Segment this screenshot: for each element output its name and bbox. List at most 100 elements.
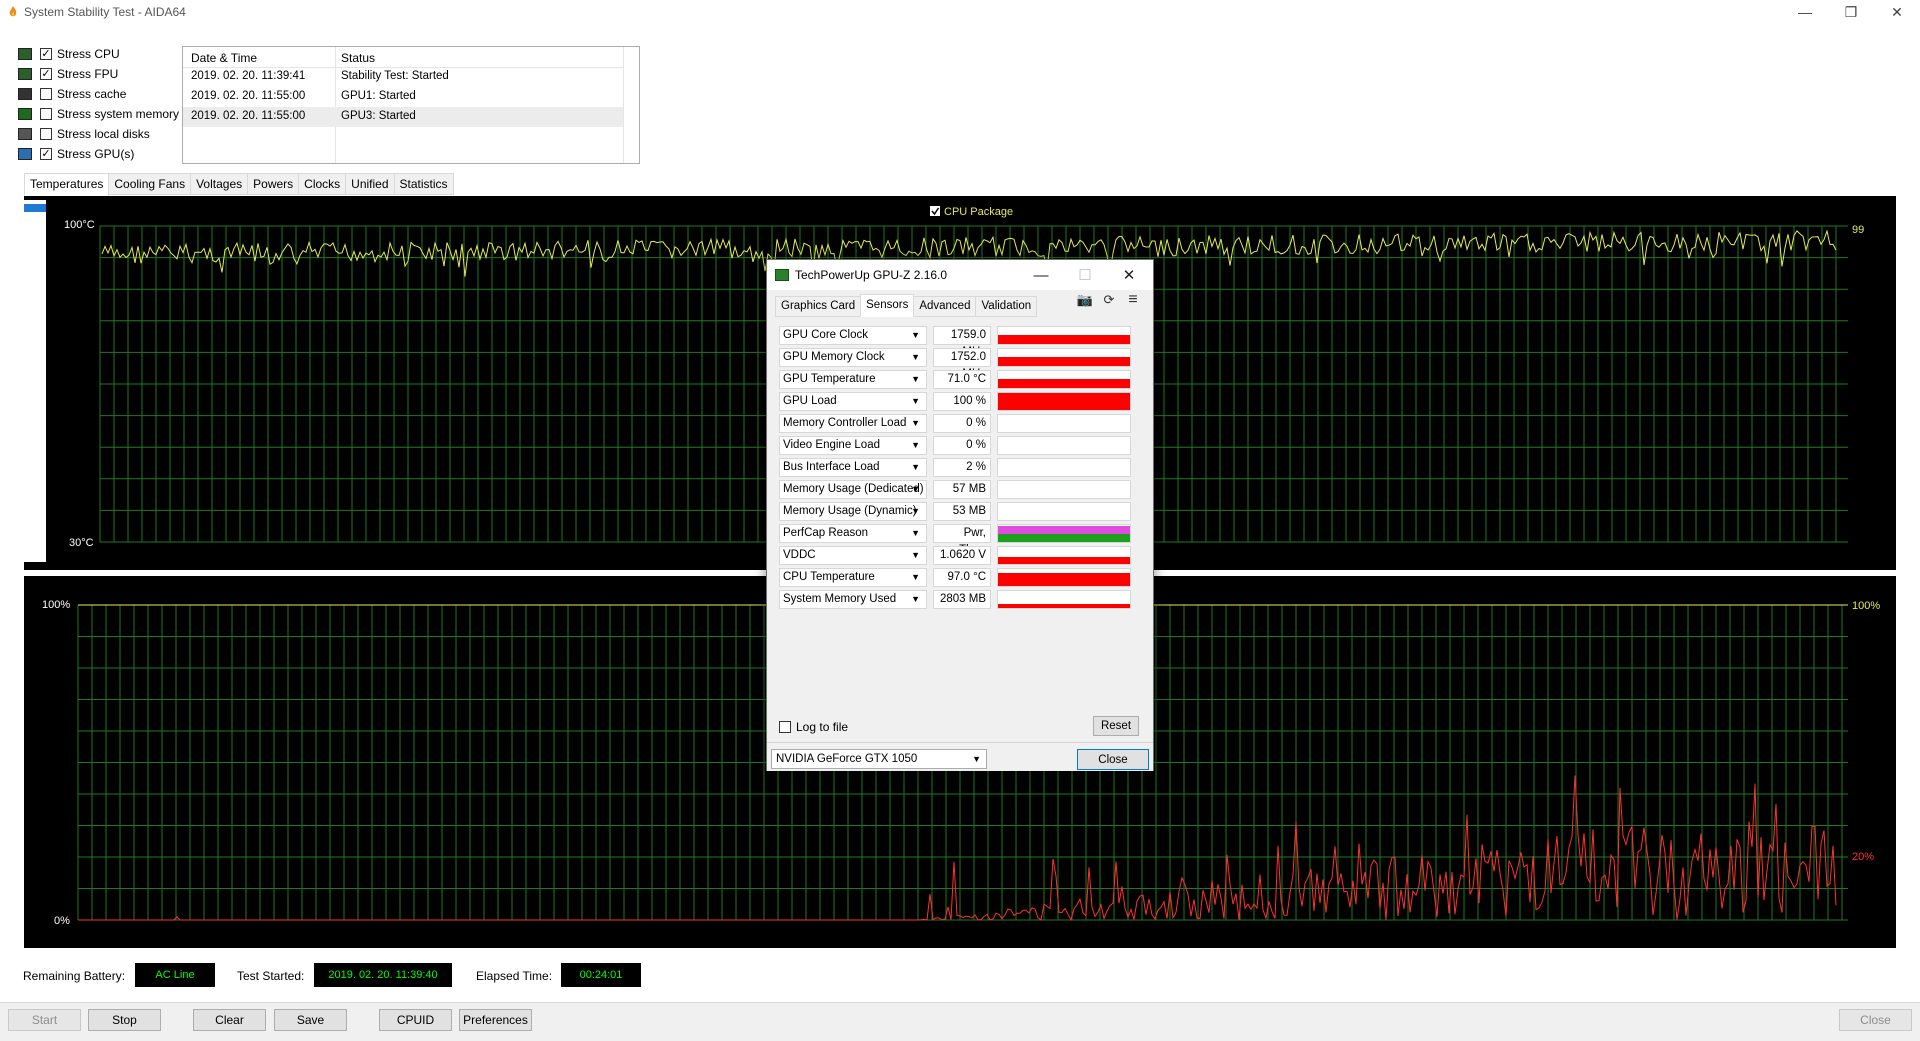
tab-statistics[interactable]: Statistics — [393, 173, 454, 195]
sensor-graph-fill — [998, 573, 1130, 586]
column-header-status[interactable]: Status — [341, 51, 375, 65]
table-row[interactable]: 2019. 02. 20. 11:39:41 Stability Test: St… — [183, 67, 623, 87]
cpuid-button[interactable]: CPUID — [379, 1009, 452, 1031]
tab-temperatures[interactable]: Temperatures — [24, 173, 110, 196]
chevron-down-icon: ▼ — [972, 754, 981, 764]
log-datetime: 2019. 02. 20. 11:55:00 — [191, 90, 306, 102]
sensor-name: CPU Temperature — [783, 571, 875, 583]
sensor-graph-fill — [998, 335, 1130, 344]
sensor-graph — [997, 392, 1131, 411]
preferences-button[interactable]: Preferences — [459, 1009, 532, 1031]
sensor-row: CPU Temperature ▼ 97.0 °C — [779, 568, 1143, 588]
sensor-name: GPU Memory Clock — [783, 351, 885, 363]
close-button[interactable]: Close — [1839, 1009, 1912, 1031]
menu-icon[interactable]: ≡ — [1125, 291, 1141, 308]
sensor-name-dropdown[interactable]: GPU Core Clock ▼ — [779, 326, 927, 345]
window-title: System Stability Test - AIDA64 — [24, 5, 186, 19]
log-datetime: 2019. 02. 20. 11:39:41 — [191, 70, 306, 82]
y-axis-max-label: 100% — [42, 599, 70, 611]
chart-scroll-thumb[interactable] — [24, 204, 46, 212]
sensor-value: 1.0620 V — [933, 546, 991, 565]
stress-option[interactable]: ✓ Stress GPU(s) — [18, 145, 134, 163]
gpuz-reset-button[interactable]: Reset — [1093, 716, 1139, 736]
sensor-value: 97.0 °C — [933, 568, 991, 587]
tab-cooling-fans[interactable]: Cooling Fans — [108, 173, 192, 195]
sensor-value: 2803 MB — [933, 590, 991, 609]
sensor-graph — [997, 348, 1131, 367]
test-started-label: Test Started: — [237, 969, 305, 983]
stress-checkbox[interactable]: ✓ — [40, 48, 52, 60]
tab-unified[interactable]: Unified — [345, 173, 395, 195]
stop-button[interactable]: Stop — [88, 1009, 161, 1031]
sensor-name-dropdown[interactable]: Memory Usage (Dedicated) ▼ — [779, 480, 927, 499]
sensor-name-dropdown[interactable]: VDDC ▼ — [779, 546, 927, 565]
tab-powers[interactable]: Powers — [247, 173, 300, 195]
tab-voltages[interactable]: Voltages — [190, 173, 249, 195]
gpuz-title-bar: TechPowerUp GPU-Z 2.16.0 — ☐ ✕ — [767, 260, 1153, 290]
cpu-icon — [18, 48, 32, 60]
sensor-row: Memory Usage (Dedicated) ▼ 57 MB — [779, 480, 1143, 500]
gpuz-window-title: TechPowerUp GPU-Z 2.16.0 — [795, 268, 948, 282]
gpuz-tab-graphics-card[interactable]: Graphics Card — [775, 296, 862, 317]
sensor-row: Bus Interface Load ▼ 2 % — [779, 458, 1143, 478]
series-cpu-usage-label: 100% — [1852, 600, 1880, 612]
tab-clocks[interactable]: Clocks — [298, 173, 347, 195]
sensor-name-dropdown[interactable]: Video Engine Load ▼ — [779, 436, 927, 455]
log-datetime: 2019. 02. 20. 11:55:00 — [191, 110, 306, 122]
table-row[interactable]: 2019. 02. 20. 11:55:00 GPU1: Started — [183, 87, 623, 107]
restore-button[interactable]: ❐ — [1828, 0, 1874, 24]
sensor-name-dropdown[interactable]: Memory Controller Load ▼ — [779, 414, 927, 433]
stress-checkbox[interactable] — [40, 88, 52, 100]
stress-option[interactable]: Stress local disks — [18, 125, 150, 143]
log-to-file-option[interactable]: Log to file — [779, 720, 848, 734]
gpuz-minimize-button[interactable]: — — [1019, 260, 1063, 290]
column-header-datetime[interactable]: Date & Time — [191, 51, 257, 65]
sensor-name-dropdown[interactable]: PerfCap Reason ▼ — [779, 524, 927, 543]
window-close-button[interactable]: ✕ — [1874, 0, 1920, 24]
chart-scroll-area[interactable] — [24, 200, 46, 562]
gpu-device-select[interactable]: NVIDIA GeForce GTX 1050 ▼ — [771, 749, 987, 769]
stress-option-label: Stress GPU(s) — [57, 147, 135, 161]
sensor-name-dropdown[interactable]: GPU Temperature ▼ — [779, 370, 927, 389]
sensor-graph — [997, 524, 1131, 543]
save-button[interactable]: Save — [274, 1009, 347, 1031]
gpuz-window: TechPowerUp GPU-Z 2.16.0 — ☐ ✕ Graphics … — [766, 259, 1154, 771]
stress-option[interactable]: Stress system memory — [18, 105, 179, 123]
stress-option[interactable]: ✓ Stress FPU — [18, 65, 118, 83]
sensor-value: 53 MB — [933, 502, 991, 521]
sensor-name-dropdown[interactable]: Bus Interface Load ▼ — [779, 458, 927, 477]
gpuz-tab-sensors[interactable]: Sensors — [860, 294, 915, 317]
gpuz-close-x-button[interactable]: ✕ — [1107, 260, 1151, 290]
sensor-name-dropdown[interactable]: CPU Temperature ▼ — [779, 568, 927, 587]
refresh-icon[interactable]: ⟳ — [1101, 292, 1117, 308]
sensor-row: GPU Core Clock ▼ 1759.0 MHz — [779, 326, 1143, 358]
sensor-row: VDDC ▼ 1.0620 V — [779, 546, 1143, 566]
sensor-graph — [997, 370, 1131, 389]
sensor-name-dropdown[interactable]: GPU Load ▼ — [779, 392, 927, 411]
sensor-name-dropdown[interactable]: GPU Memory Clock ▼ — [779, 348, 927, 367]
stress-checkbox[interactable] — [40, 128, 52, 140]
stress-checkbox[interactable]: ✓ — [40, 68, 52, 80]
log-to-file-checkbox[interactable] — [779, 721, 791, 733]
sensor-name-dropdown[interactable]: System Memory Used ▼ — [779, 590, 927, 609]
gpuz-tab-advanced[interactable]: Advanced — [913, 296, 977, 317]
perfcap-pwr-bar — [998, 526, 1130, 534]
minimize-button[interactable]: — — [1782, 0, 1828, 24]
sensor-name: GPU Core Clock — [783, 329, 868, 341]
gpuz-tab-validation[interactable]: Validation — [975, 296, 1038, 317]
stress-checkbox[interactable] — [40, 108, 52, 120]
disk-icon — [18, 128, 32, 140]
stress-option-label: Stress system memory — [57, 107, 180, 121]
stress-checkbox[interactable]: ✓ — [40, 148, 52, 160]
clear-button[interactable]: Clear — [193, 1009, 266, 1031]
sensor-name-dropdown[interactable]: Memory Usage (Dynamic) ▼ — [779, 502, 927, 521]
start-button[interactable]: Start — [8, 1009, 81, 1031]
sensor-row: Video Engine Load ▼ 0 % — [779, 436, 1143, 456]
gpuz-close-button[interactable]: Close — [1077, 749, 1149, 770]
sensor-graph-fill — [998, 604, 1130, 608]
stress-option[interactable]: Stress cache — [18, 85, 126, 103]
table-row[interactable]: 2019. 02. 20. 11:55:00 GPU3: Started — [183, 107, 623, 127]
log-table[interactable]: Date & Time Status 2019. 02. 20. 11:39:4… — [182, 46, 640, 164]
camera-icon[interactable]: 📷 — [1077, 292, 1093, 308]
stress-option[interactable]: ✓ Stress CPU — [18, 45, 120, 63]
